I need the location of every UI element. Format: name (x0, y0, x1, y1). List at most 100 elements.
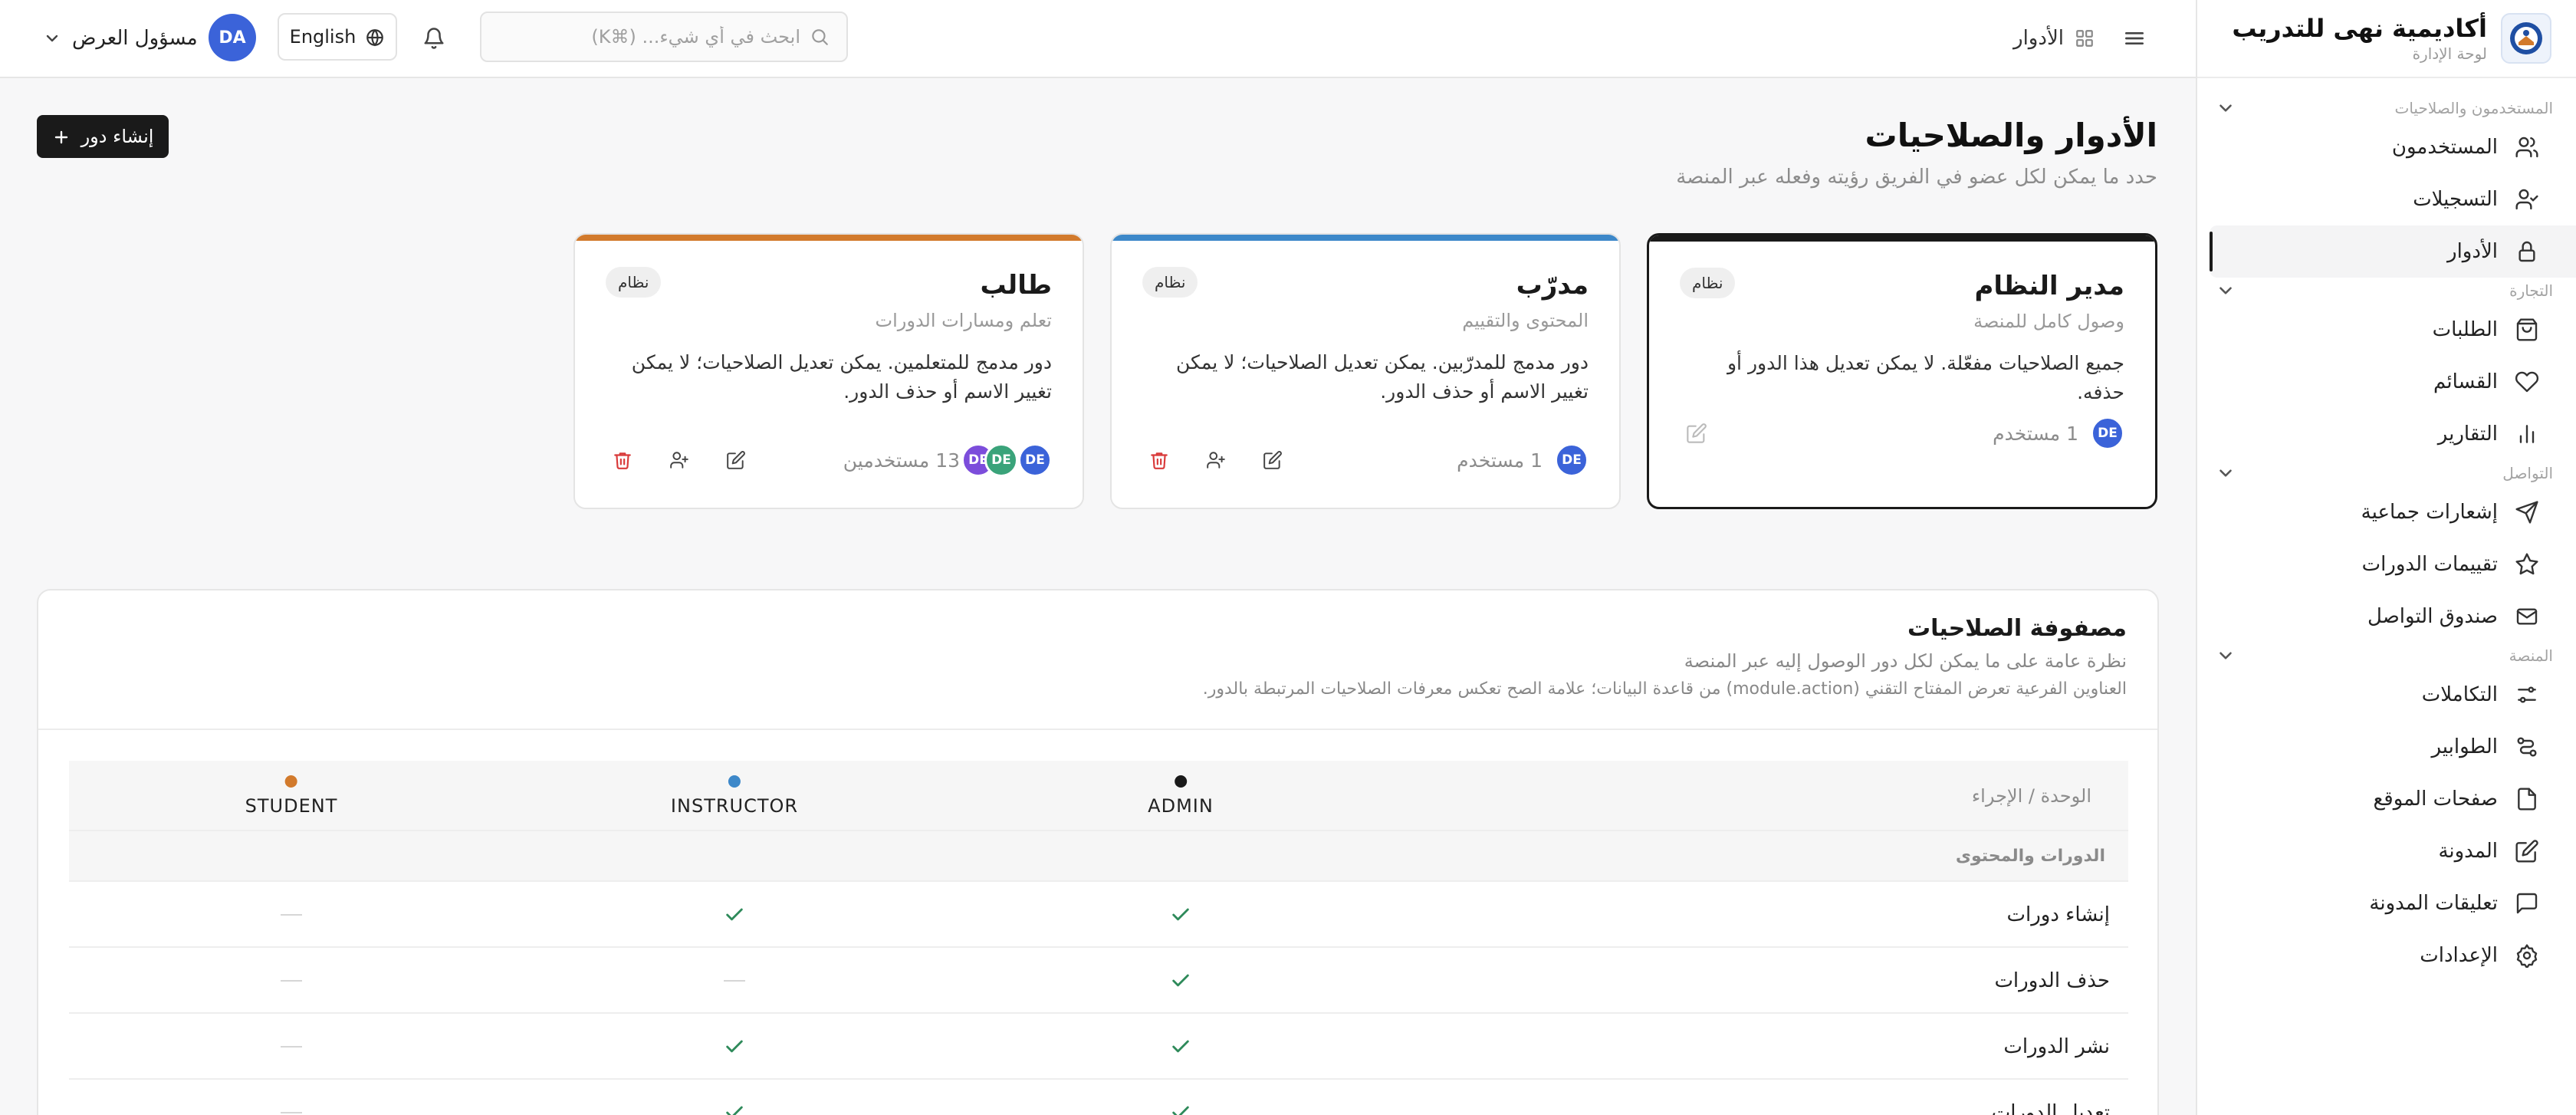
sidebar-item[interactable]: تعليقات المدونة (2197, 877, 2576, 929)
role-subtitle: تعلم ومسارات الدورات (875, 310, 1052, 331)
assign-users-button[interactable] (1199, 443, 1233, 477)
system-badge: نظام (606, 267, 662, 298)
sidebar-item-label: القسائم (2433, 370, 2498, 393)
mail-icon (2512, 601, 2542, 632)
create-role-button[interactable]: إنشاء دور (37, 115, 169, 158)
bar-chart-icon (2512, 419, 2542, 449)
sidebar-item[interactable]: التقارير (2197, 408, 2576, 460)
sidebar-item-label: صفحات الموقع (2373, 788, 2498, 811)
file-icon (2512, 784, 2542, 814)
role-card[interactable]: طالب تعلم ومسارات الدورات دور مدمج للمتعلم… (573, 233, 1084, 509)
delete-role-button[interactable] (1142, 443, 1176, 477)
search-box[interactable] (480, 12, 848, 62)
role-actions (1680, 416, 1714, 450)
sidebar-item-label: إشعارات جماعية (2361, 501, 2498, 524)
app-name: أكاديمية نهى للتدريب (2232, 14, 2487, 43)
sidebar-item[interactable]: التسجيلات (2197, 173, 2576, 225)
sidebar-item-label: الأدوار (2447, 240, 2498, 263)
sidebar-item[interactable]: التكاملات (2197, 669, 2576, 721)
grid-icon (2075, 28, 2095, 48)
no-permission-dash (268, 882, 314, 948)
search-input[interactable] (524, 26, 800, 48)
check-icon (1158, 882, 1204, 948)
matrix-table: الوحدة / الإجراء ADMIN INSTRUCTOR STUDEN… (69, 761, 2128, 1115)
sidebar-item-label: الطوابير (2431, 735, 2498, 758)
role-card[interactable]: مدير النظام وصول كامل للمنصة جميع الصلاحيا… (1647, 233, 2157, 509)
chevron-down-icon[interactable] (2216, 281, 2236, 301)
role-actions (1142, 443, 1290, 477)
permission-label: حذف الدورات (1994, 969, 2110, 992)
search-icon (810, 27, 830, 47)
lock-icon (2512, 236, 2542, 267)
role-name: مدرّب (1516, 270, 1589, 301)
page-subtitle: حدد ما يمكن لكل عضو في الفريق رؤيته وفعل… (1676, 166, 2157, 189)
check-icon (711, 1014, 757, 1080)
send-icon (2512, 497, 2542, 528)
role-subtitle: المحتوى والتقييم (1462, 310, 1589, 331)
sidebar-item[interactable]: الطوابير (2197, 721, 2576, 773)
chevron-down-icon[interactable] (2216, 98, 2236, 118)
permissions-matrix: مصفوفة الصلاحيات نظرة عامة على ما يمكن ل… (37, 589, 2159, 1115)
permission-label: إنشاء دورات (2006, 903, 2110, 926)
language-switcher[interactable]: English (278, 13, 397, 61)
user-count: 13 مستخدمين (843, 449, 960, 472)
sidebar-item-label: التقارير (2437, 423, 2498, 446)
brand: أكاديمية نهى للتدريب لوحة الإدارة (2197, 0, 2576, 78)
sidebar-section-label: التجارة (2509, 281, 2553, 300)
chevron-down-icon[interactable] (2216, 646, 2236, 666)
plus-icon (52, 126, 71, 147)
sidebar-item-label: الطلبات (2432, 318, 2498, 341)
role-color-dot (728, 775, 741, 788)
no-permission-dash (268, 1080, 314, 1115)
sidebar-item[interactable]: الطلبات (2197, 304, 2576, 356)
sidebar-item-label: المستخدمون (2391, 136, 2498, 159)
sidebar-item[interactable]: صفحات الموقع (2197, 773, 2576, 825)
sidebar-item[interactable]: الإعدادات (2197, 929, 2576, 982)
chevron-down-icon[interactable] (2216, 463, 2236, 483)
sidebar-item[interactable]: المستخدمون (2197, 121, 2576, 173)
user-avatar[interactable]: DA (209, 14, 256, 61)
role-card[interactable]: مدرّب المحتوى والتقييم دور مدمج للمدرّبين.… (1110, 233, 1621, 509)
sidebar-section-header[interactable]: المنصة (2197, 643, 2576, 669)
sidebar-item[interactable]: الأدوار (2210, 225, 2576, 278)
matrix-title: مصفوفة الصلاحيات (1907, 615, 2127, 642)
message-icon (2512, 888, 2542, 919)
menu-toggle-button[interactable] (2119, 23, 2150, 54)
user-name[interactable]: مسؤول العرض (72, 23, 198, 54)
user-check-icon (2512, 184, 2542, 215)
sidebar-item-label: تعليقات المدونة (2369, 892, 2498, 915)
column-label: INSTRUCTOR (670, 795, 799, 817)
column-label: STUDENT (245, 795, 338, 817)
chevron-down-icon[interactable] (40, 26, 64, 51)
delete-role-button[interactable] (606, 443, 639, 477)
sidebar-section-header[interactable]: التجارة (2197, 278, 2576, 304)
matrix-subtitle: نظرة عامة على ما يمكن لكل دور الوصول إلي… (1684, 650, 2127, 672)
sidebar-section-header[interactable]: المستخدمون والصلاحيات (2197, 95, 2576, 121)
assign-users-button[interactable] (662, 443, 696, 477)
role-description: دور مدمج للمتعلمين. يمكن تعديل الصلاحيات… (631, 351, 1052, 403)
language-label: English (289, 26, 356, 48)
role-members: DE 1 مستخدم (1457, 443, 1589, 477)
role-description: دور مدمج للمدرّبين. يمكن تعديل الصلاحيات… (1175, 351, 1589, 403)
sidebar-section-header[interactable]: التواصل (2197, 460, 2576, 486)
globe-icon (365, 26, 385, 48)
no-permission-dash (268, 948, 314, 1014)
edit-role-button[interactable] (719, 443, 753, 477)
sidebar-item[interactable]: صندوق التواصل (2197, 590, 2576, 643)
sidebar-item-label: تقييمات الدورات (2361, 553, 2498, 576)
sidebar-item[interactable]: تقييمات الدورات (2197, 538, 2576, 590)
role-accent-bar (575, 235, 1083, 241)
top-header: الأدوار English DA مسؤول العرض (0, 0, 2196, 78)
bell-icon (422, 27, 445, 50)
sidebar-item[interactable]: المدونة (2197, 825, 2576, 877)
permission-row: حذف الدورات (69, 948, 2128, 1014)
sidebar-nav: المستخدمون والصلاحيات المستخدمون التسجيلات… (2197, 78, 2576, 982)
role-color-dot (1174, 775, 1187, 788)
academy-logo (2501, 13, 2551, 64)
sidebar-item[interactable]: القسائم (2197, 356, 2576, 408)
breadcrumb-current: الأدوار (2013, 27, 2064, 50)
notifications-button[interactable] (419, 23, 449, 54)
sidebar-section-label: المنصة (2509, 646, 2553, 665)
edit-role-button[interactable] (1256, 443, 1290, 477)
sidebar-item[interactable]: إشعارات جماعية (2197, 486, 2576, 538)
